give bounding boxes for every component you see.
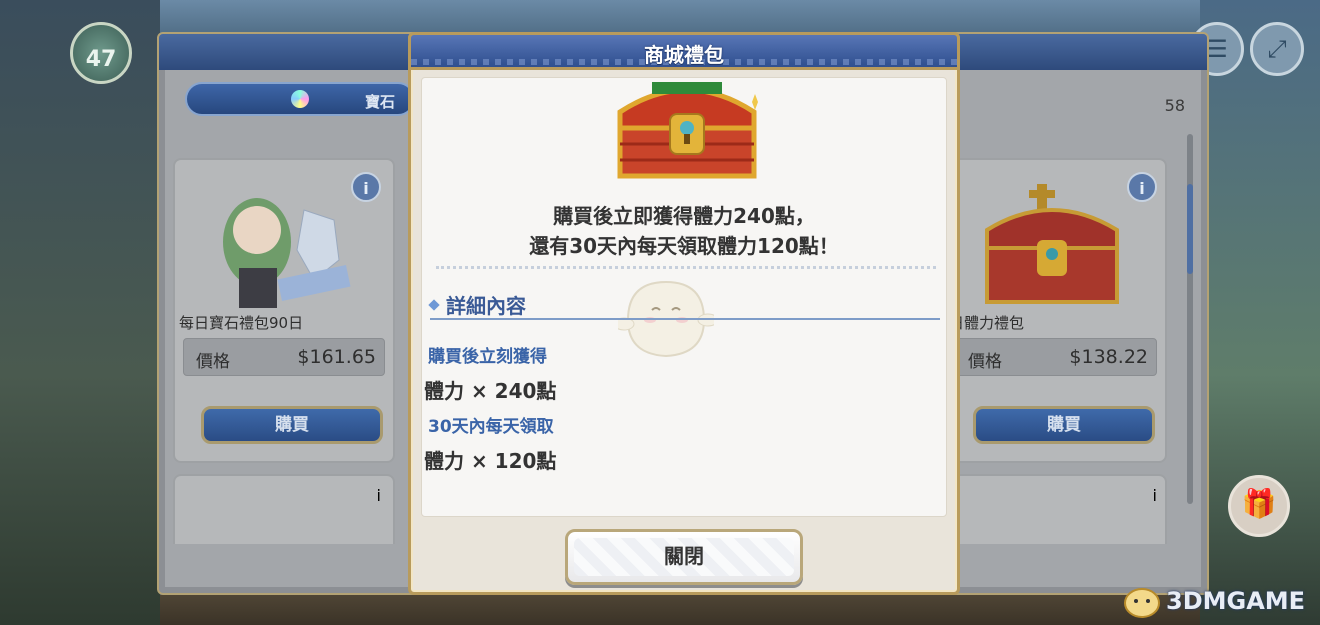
immediate-heading: 購買後立刻獲得: [428, 347, 547, 367]
treasure-chest-art: [985, 184, 1119, 304]
expand-icon: ⤢: [1267, 35, 1287, 63]
shop-card-partial: i: [945, 474, 1167, 544]
shop-card-partial: i: [173, 474, 395, 544]
scrollbar-thumb[interactable]: [1187, 184, 1193, 274]
daily-heading: 30天內每天領取: [428, 417, 554, 437]
gift-button[interactable]: 🎁: [1228, 475, 1290, 537]
buy-button[interactable]: 購買: [973, 406, 1155, 444]
tab-gem[interactable]: 寶石: [185, 82, 415, 116]
info-button[interactable]: i: [351, 172, 381, 202]
background-left: [0, 0, 160, 625]
price-label: 價格: [968, 352, 1002, 372]
watermark-text: 3DMGAME: [1166, 587, 1306, 615]
description-line-1: 購買後立即獲得體力240點，: [553, 204, 815, 228]
expand-button[interactable]: ⤢: [1250, 22, 1304, 76]
card-name: 每日寶石禮包90日: [179, 314, 304, 332]
info-icon: i: [1139, 179, 1145, 198]
info-button[interactable]: i: [1153, 486, 1157, 505]
price-value: $161.65: [297, 346, 376, 368]
watermark-logo-icon: [1124, 588, 1160, 618]
info-icon: i: [376, 486, 381, 505]
section-title-text: 詳細內容: [446, 294, 526, 318]
section-title: 詳細內容: [428, 290, 526, 319]
bottom-nav: [160, 595, 1200, 625]
dialog-title: 商城禮包: [644, 43, 724, 67]
close-button[interactable]: 關閉: [565, 529, 803, 585]
price-box: 價格 $138.22: [955, 338, 1157, 376]
card-name: 日體力禮包: [949, 314, 1025, 332]
diamond-bullet-icon: [428, 298, 440, 311]
gem-icon: [291, 90, 309, 108]
treasure-chest-icon: [617, 82, 758, 179]
stamina-orb[interactable]: 47: [70, 22, 132, 84]
daily-item: 體力 × 120點: [424, 449, 557, 473]
watermark: 3DMGAME: [1120, 581, 1310, 621]
section-rule: [430, 318, 940, 320]
shop-card-stamina-pack: i 日體力禮包 價格 $138.22 購買: [945, 158, 1167, 463]
info-icon: i: [1152, 486, 1157, 505]
info-icon: i: [363, 179, 369, 198]
price-label: 價格: [196, 352, 230, 372]
price-value: $138.22: [1069, 346, 1148, 368]
dialog-content[interactable]: 購買後立即獲得體力240點， 還有30天內每天領取體力120點！ 詳細內容 購買…: [421, 77, 947, 517]
dialog-title-bar: 商城禮包: [408, 32, 960, 70]
gift-pack-dialog: 商城禮包 購買後立即獲得體力240點， 還有30天內每天領取體力120點！ 詳細…: [408, 32, 960, 595]
divider: [436, 266, 936, 269]
info-button[interactable]: i: [1127, 172, 1157, 202]
stamina-value: 47: [85, 47, 117, 72]
immediate-item: 體力 × 240點: [424, 379, 557, 403]
character-gem-art: [223, 198, 351, 308]
item-count: 58: [1164, 96, 1185, 115]
description-line-2: 還有30天內每天領取體力120點！: [529, 234, 839, 258]
tab-gem-label: 寶石: [365, 93, 396, 111]
menu-icon: ☰: [1206, 35, 1228, 63]
gift-icon: 🎁: [1241, 487, 1277, 520]
info-button[interactable]: i: [377, 486, 381, 505]
shop-card-gem-pack: i 每日寶石禮包90日 價格 $161.65 購買: [173, 158, 395, 463]
buy-button[interactable]: 購買: [201, 406, 383, 444]
price-box: 價格 $161.65: [183, 338, 385, 376]
close-button-label: 關閉: [664, 544, 704, 568]
